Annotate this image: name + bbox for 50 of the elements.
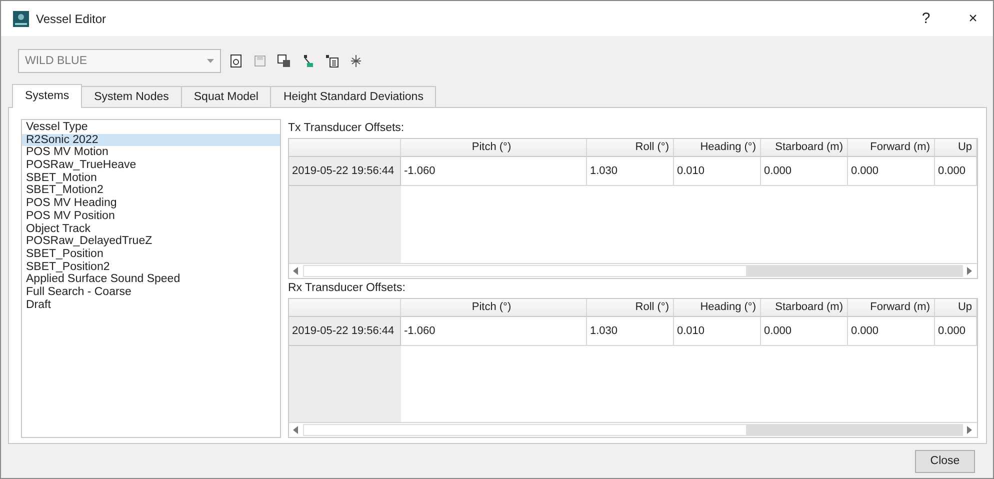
list-item[interactable]: POS MV Position — [22, 210, 280, 222]
column-header[interactable]: Heading (°) — [674, 298, 761, 316]
list-item[interactable]: R2Sonic 2022 — [22, 134, 280, 146]
app-logo-icon — [13, 10, 29, 26]
column-header[interactable]: Pitch (°) — [401, 298, 587, 316]
save-as-icon[interactable] — [277, 54, 291, 68]
open-file-icon[interactable] — [229, 54, 243, 68]
list-item[interactable]: POSRaw_DelayedTrueZ — [22, 235, 280, 248]
column-header[interactable]: Roll (°) — [587, 139, 674, 157]
section-title: Tx Transducer Offsets: — [288, 121, 406, 136]
section-title: Rx Transducer Offsets: — [288, 280, 406, 296]
list-item[interactable]: POS MV Motion — [22, 146, 280, 160]
list-item[interactable]: Vessel Type — [22, 121, 280, 134]
tab[interactable]: Systems — [12, 84, 82, 108]
list-item[interactable]: SBET_Position2 — [22, 260, 280, 274]
node-icon[interactable] — [301, 54, 315, 68]
column-header[interactable]: Up — [935, 298, 977, 316]
row-header: 2019-05-22 19:56:44 — [289, 316, 401, 346]
list-item[interactable]: Full Search - Coarse — [22, 286, 280, 299]
scroll-right-icon[interactable] — [967, 266, 973, 274]
column-header[interactable]: Forward (m) — [848, 139, 935, 157]
list-item[interactable]: SBET_Motion — [22, 172, 280, 184]
list-item[interactable]: Draft — [22, 298, 280, 312]
column-header[interactable]: Forward (m) — [848, 298, 935, 316]
list-item[interactable]: SBET_Position — [22, 248, 280, 261]
list-item[interactable]: SBET_Motion2 — [22, 184, 280, 198]
list-item[interactable]: Applied Surface Sound Speed — [22, 273, 280, 286]
horizontal-scrollbar[interactable] — [289, 262, 977, 278]
row-header: 2019-05-22 19:56:44 — [289, 157, 401, 186]
horizontal-scrollbar[interactable] — [289, 422, 977, 437]
window-title: Vessel Editor — [36, 12, 108, 26]
close-button[interactable]: × — [953, 10, 993, 27]
column-header[interactable]: Roll (°) — [587, 298, 674, 316]
close-dialog-button[interactable]: Close — [915, 450, 975, 472]
list-item[interactable]: POS MV Heading — [22, 197, 280, 210]
vessel-dropdown[interactable]: WILD BLUE — [18, 49, 221, 73]
dropdown-caret-icon[interactable] — [207, 59, 214, 63]
scroll-right-icon[interactable] — [967, 426, 973, 434]
column-header[interactable]: Starboard (m) — [761, 298, 848, 316]
tab[interactable]: Height Standard Deviations — [270, 86, 436, 107]
help-button[interactable]: ? — [906, 10, 946, 27]
column-header[interactable]: Heading (°) — [674, 139, 761, 157]
column-header[interactable]: Pitch (°) — [401, 139, 587, 157]
scroll-left-icon[interactable] — [293, 266, 299, 274]
column-header[interactable]: Starboard (m) — [761, 139, 848, 157]
list-icon[interactable] — [325, 54, 339, 68]
column-header[interactable]: Up — [935, 139, 977, 157]
list-item[interactable]: POSRaw_TrueHeave — [22, 159, 280, 172]
list-item[interactable]: Object Track — [22, 222, 280, 236]
scroll-left-icon[interactable] — [293, 426, 299, 434]
